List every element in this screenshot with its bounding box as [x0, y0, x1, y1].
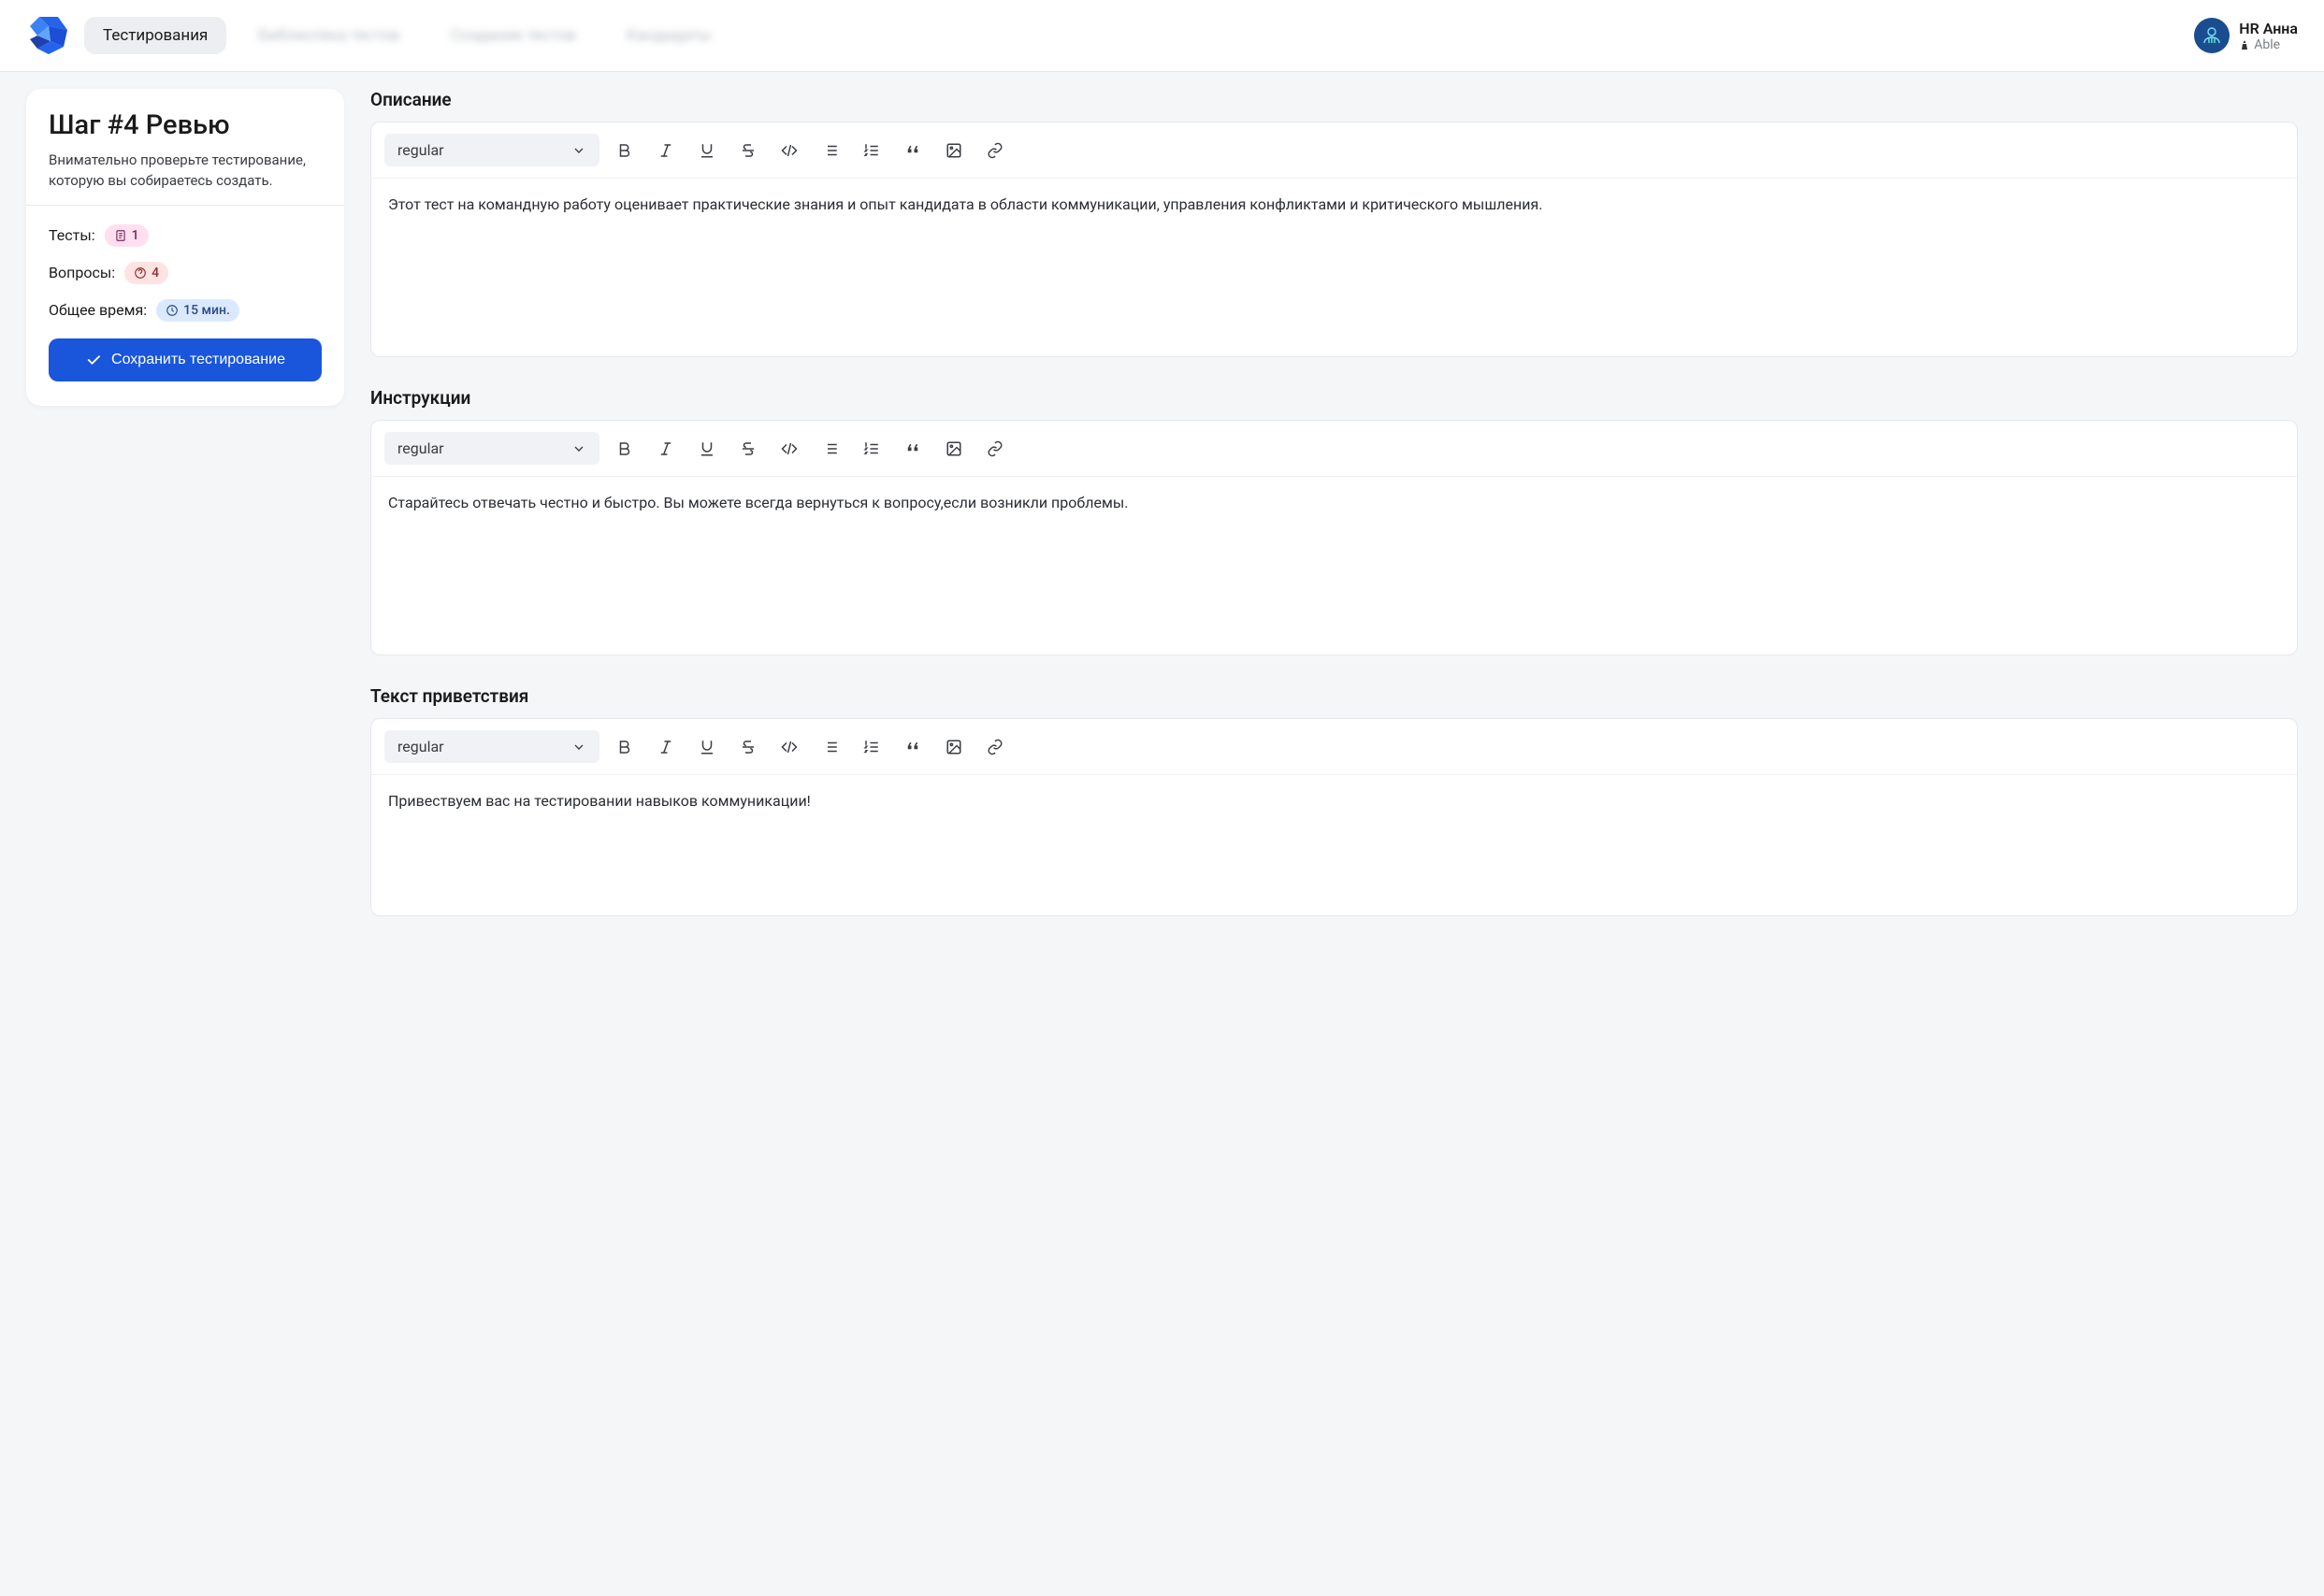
- format-dropdown[interactable]: regular: [384, 134, 599, 166]
- document-icon: [114, 229, 127, 242]
- nav-tab-active[interactable]: Тестирования: [84, 17, 226, 54]
- person-icon: [2239, 39, 2250, 50]
- code-button[interactable]: [773, 433, 805, 465]
- user-name: HR Анна: [2239, 20, 2298, 37]
- step-description: Внимательно проверьте тестирование, кото…: [49, 151, 322, 192]
- clock-icon: [166, 304, 179, 317]
- step-title: Шаг #4 Ревью: [49, 109, 322, 141]
- review-sidebar: Шаг #4 Ревью Внимательно проверьте тести…: [26, 89, 344, 406]
- italic-button[interactable]: [650, 731, 682, 763]
- strikethrough-button[interactable]: [732, 433, 764, 465]
- badge-time: 15 мин.: [156, 299, 239, 322]
- bullet-list-button[interactable]: [815, 731, 846, 763]
- quote-button[interactable]: [897, 433, 929, 465]
- check-icon: [85, 352, 102, 368]
- stat-questions: Вопросы: 4: [49, 262, 322, 284]
- app-logo[interactable]: [26, 13, 71, 58]
- toolbar-greeting: regular: [371, 719, 2297, 775]
- bold-button[interactable]: [609, 433, 641, 465]
- editor-content-greeting[interactable]: Привествуем вас на тестировании навыков …: [371, 775, 2297, 915]
- image-button[interactable]: [938, 731, 970, 763]
- image-button[interactable]: [938, 433, 970, 465]
- bold-button[interactable]: [609, 731, 641, 763]
- link-button[interactable]: [979, 731, 1011, 763]
- badge-questions: 4: [124, 262, 168, 284]
- stat-time-label: Общее время:: [49, 301, 147, 319]
- quote-button[interactable]: [897, 135, 929, 166]
- user-meta: HR Анна Able: [2239, 20, 2298, 52]
- stat-tests-label: Тесты:: [49, 226, 95, 244]
- underline-button[interactable]: [691, 433, 723, 465]
- editor-content-description[interactable]: Этот тест на командную работу оценивает …: [371, 179, 2297, 356]
- help-icon: [134, 266, 147, 280]
- nav-tab-candidates[interactable]: Кандидаты: [608, 17, 730, 54]
- bold-button[interactable]: [609, 135, 641, 166]
- underline-button[interactable]: [691, 135, 723, 166]
- code-button[interactable]: [773, 731, 805, 763]
- section-title-instructions: Инструкции: [370, 387, 2298, 409]
- editor-greeting: regular Привествуем вас на тестировании …: [370, 718, 2298, 916]
- image-button[interactable]: [938, 135, 970, 166]
- section-title-greeting: Текст приветствия: [370, 685, 2298, 707]
- format-dropdown[interactable]: regular: [384, 432, 599, 465]
- stat-time: Общее время: 15 мин.: [49, 299, 322, 322]
- nav-tab-library[interactable]: Библиотека тестов: [239, 17, 418, 54]
- editor-content-instructions[interactable]: Старайтесь отвечать честно и быстро. Вы …: [371, 477, 2297, 654]
- nav-tab-create[interactable]: Создание тестов: [431, 17, 594, 54]
- divider: [26, 205, 344, 206]
- strikethrough-button[interactable]: [732, 135, 764, 166]
- save-button[interactable]: Сохранить тестирование: [49, 338, 322, 381]
- top-nav: Тестирования Библиотека тестов Создание …: [0, 0, 2324, 72]
- avatar: [2194, 18, 2230, 53]
- numbered-list-button[interactable]: [856, 731, 888, 763]
- numbered-list-button[interactable]: [856, 433, 888, 465]
- chevron-down-icon: [571, 143, 586, 158]
- editor-instructions: regular Старайтесь отвечать честно и быс…: [370, 420, 2298, 655]
- main-content: Описание regular Этот тест на командную …: [370, 89, 2298, 946]
- badge-tests: 1: [105, 224, 149, 247]
- user-org: Able: [2239, 37, 2298, 52]
- italic-button[interactable]: [650, 433, 682, 465]
- numbered-list-button[interactable]: [856, 135, 888, 166]
- stat-questions-label: Вопросы:: [49, 264, 115, 281]
- toolbar-instructions: regular: [371, 421, 2297, 477]
- strikethrough-button[interactable]: [732, 731, 764, 763]
- user-menu[interactable]: HR Анна Able: [2194, 18, 2298, 53]
- bullet-list-button[interactable]: [815, 433, 846, 465]
- format-dropdown[interactable]: regular: [384, 730, 599, 763]
- section-title-description: Описание: [370, 89, 2298, 110]
- link-button[interactable]: [979, 135, 1011, 166]
- chevron-down-icon: [571, 740, 586, 755]
- editor-description: regular Этот тест на командную работу оц…: [370, 122, 2298, 357]
- stat-tests: Тесты: 1: [49, 224, 322, 247]
- quote-button[interactable]: [897, 731, 929, 763]
- underline-button[interactable]: [691, 731, 723, 763]
- link-button[interactable]: [979, 433, 1011, 465]
- chevron-down-icon: [571, 441, 586, 456]
- italic-button[interactable]: [650, 135, 682, 166]
- bullet-list-button[interactable]: [815, 135, 846, 166]
- toolbar-description: regular: [371, 122, 2297, 179]
- code-button[interactable]: [773, 135, 805, 166]
